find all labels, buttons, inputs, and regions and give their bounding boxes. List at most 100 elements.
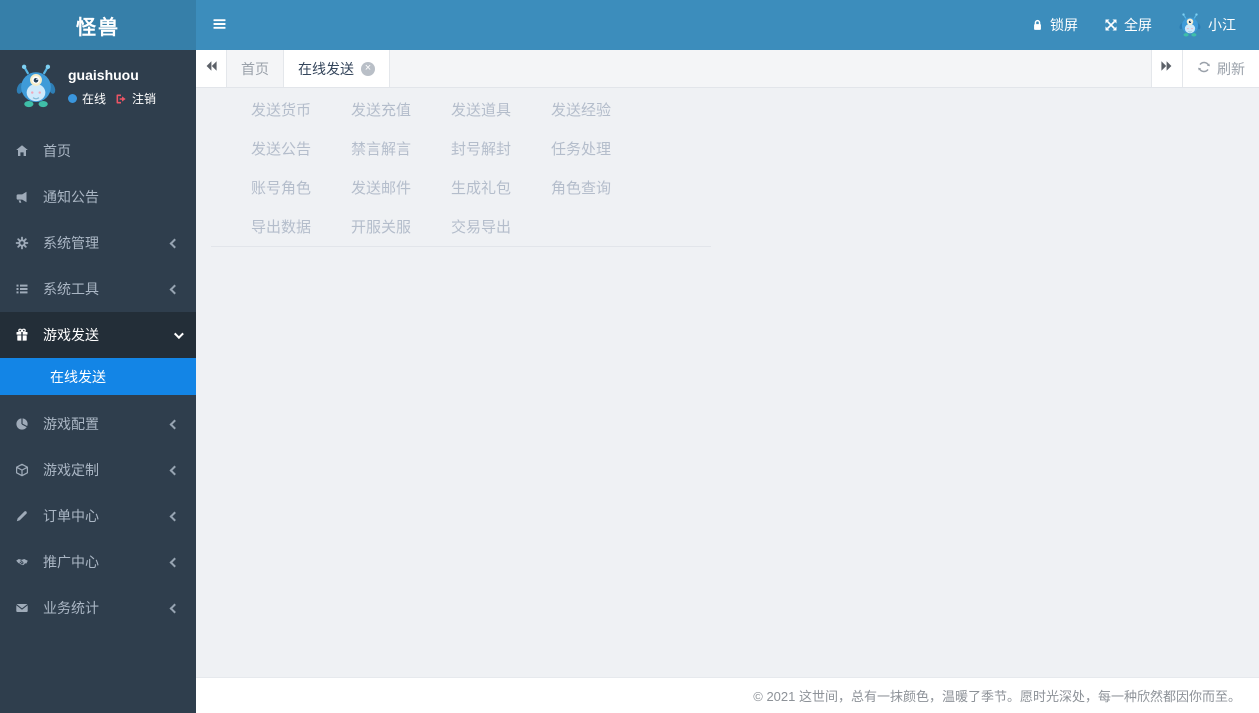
link-send-mail[interactable]: 发送邮件 [311, 177, 411, 198]
sidebar-submenu-game-send: 在线发送 [0, 358, 196, 395]
sidebar-item-notice[interactable]: 通知公告 [0, 174, 196, 220]
chevron-left-icon [169, 557, 180, 567]
tab-label: 在线发送 [298, 60, 354, 77]
close-tab-icon[interactable]: × [361, 61, 375, 76]
sidebar-item-label: 通知公告 [43, 189, 99, 205]
link-send-item[interactable]: 发送道具 [411, 99, 511, 120]
logout-icon [115, 93, 127, 105]
link-row: 账号角色 发送邮件 生成礼包 角色查询 [211, 168, 711, 207]
pencil-icon [15, 509, 37, 523]
tabs-scroll-left-button[interactable] [196, 50, 227, 87]
chevron-left-icon [169, 284, 180, 294]
quick-links-grid: 发送货币 发送充值 发送道具 发送经验 发送公告 禁言解言 封号解封 任务处理 … [211, 88, 711, 247]
chevron-left-icon [169, 465, 180, 475]
sidebar-item-label: 系统管理 [43, 235, 99, 251]
sidebar-user-panel: guaishuou 在线 注销 [0, 50, 196, 124]
sidebar-item-game-config[interactable]: 游戏配置 [0, 401, 196, 447]
navbar-user-menu[interactable]: 小江 [1165, 0, 1249, 50]
lock-screen-button[interactable]: 锁屏 [1018, 0, 1091, 50]
link-send-currency[interactable]: 发送货币 [211, 99, 311, 120]
link-task-handling[interactable]: 任务处理 [511, 138, 611, 159]
sidebar-toggle-button[interactable] [196, 0, 242, 50]
tabbar-spacer [390, 50, 1151, 87]
tabs-scroll-right-button[interactable] [1151, 50, 1182, 87]
user-name: guaishuou [68, 67, 139, 83]
sidebar-item-game-custom[interactable]: 游戏定制 [0, 447, 196, 493]
link-export-data[interactable]: 导出数据 [211, 216, 311, 237]
app-window: 怪兽 锁屏 全屏 小江 guaishuou 在线 注销 首页 通知公告 系统管理… [0, 0, 1259, 713]
chevron-left-icon [169, 511, 180, 521]
sidebar-item-game-send[interactable]: 游戏发送 [0, 312, 196, 358]
link-send-announcement[interactable]: 发送公告 [211, 138, 311, 159]
sidebar-item-order-center[interactable]: 订单中心 [0, 493, 196, 539]
sidebar-item-label: 系统工具 [43, 281, 99, 297]
chevron-left-icon [169, 419, 180, 429]
footer: © 2021 这世间，总有一抹颜色，温暖了季节。愿时光深处，每一种欣然都因你而至… [196, 677, 1259, 713]
refresh-label: 刷新 [1217, 60, 1245, 77]
fullscreen-button[interactable]: 全屏 [1091, 0, 1165, 50]
link-open-close-server[interactable]: 开服关服 [311, 216, 411, 237]
link-role-query[interactable]: 角色查询 [511, 177, 611, 198]
sidebar: guaishuou 在线 注销 首页 通知公告 系统管理 系统工具 游戏发送 在… [0, 50, 196, 713]
link-send-recharge[interactable]: 发送充值 [311, 99, 411, 120]
link-mute-unmute[interactable]: 禁言解言 [311, 138, 411, 159]
top-header: 怪兽 锁屏 全屏 小江 [0, 0, 1259, 50]
chevron-left-icon [169, 603, 180, 613]
sidebar-item-business-stats[interactable]: 业务统计 [0, 585, 196, 631]
sidebar-subitem-label: 在线发送 [50, 368, 106, 385]
list-icon [15, 282, 37, 296]
link-ban-unban[interactable]: 封号解封 [411, 138, 511, 159]
footer-text: © 2021 这世间，总有一抹颜色，温暖了季节。愿时光深处，每一种欣然都因你而至… [753, 689, 1241, 704]
sidebar-item-system-management[interactable]: 系统管理 [0, 220, 196, 266]
lock-screen-label: 锁屏 [1050, 17, 1078, 33]
chevron-down-icon [173, 328, 184, 339]
link-trade-export[interactable]: 交易导出 [411, 216, 511, 237]
sidebar-item-label: 订单中心 [43, 508, 99, 524]
fullscreen-label: 全屏 [1124, 17, 1152, 33]
refresh-icon [1197, 60, 1211, 77]
main-area: 首页 在线发送 × 刷新 发送货币 发送充值 发送道具 发送经验 发送公告 禁言… [196, 50, 1259, 713]
app-title: 怪兽 [76, 16, 120, 39]
logout-link[interactable]: 注销 [132, 90, 156, 107]
refresh-tab-button[interactable]: 刷新 [1182, 50, 1259, 87]
handshake-icon [15, 555, 37, 569]
tab-online-send[interactable]: 在线发送 × [284, 50, 390, 87]
gear-icon [15, 236, 37, 250]
sidebar-item-home[interactable]: 首页 [0, 128, 196, 174]
fullscreen-icon [1104, 18, 1118, 32]
sidebar-item-label: 首页 [43, 143, 71, 159]
link-send-exp[interactable]: 发送经验 [511, 99, 611, 120]
user-avatar [14, 64, 58, 108]
link-row: 导出数据 开服关服 交易导出 [211, 207, 711, 246]
sidebar-menu: 首页 通知公告 系统管理 系统工具 游戏发送 在线发送 游戏配置 游戏定制 订单… [0, 128, 196, 631]
sidebar-subitem-online-send[interactable]: 在线发送 [0, 358, 196, 395]
tab-label: 首页 [241, 60, 269, 77]
sidebar-item-system-tools[interactable]: 系统工具 [0, 266, 196, 312]
double-chevron-right-icon [1160, 59, 1174, 78]
sidebar-item-label: 游戏发送 [43, 327, 99, 343]
link-row: 发送公告 禁言解言 封号解封 任务处理 [211, 129, 711, 168]
navbar: 锁屏 全屏 小江 [196, 0, 1259, 50]
lock-icon [1031, 18, 1044, 32]
sidebar-item-label: 游戏配置 [43, 416, 99, 432]
page-content: 发送货币 发送充值 发送道具 发送经验 发送公告 禁言解言 封号解封 任务处理 … [196, 88, 1259, 677]
cube-icon [15, 463, 37, 477]
sidebar-item-label: 游戏定制 [43, 462, 99, 478]
gift-icon [15, 328, 37, 342]
link-account-role[interactable]: 账号角色 [211, 177, 311, 198]
sidebar-item-label: 推广中心 [43, 554, 99, 570]
tab-bar: 首页 在线发送 × 刷新 [196, 50, 1259, 88]
link-row: 发送货币 发送充值 发送道具 发送经验 [211, 90, 711, 129]
bullhorn-icon [15, 190, 37, 204]
sidebar-item-label: 业务统计 [43, 600, 99, 616]
sidebar-item-promotion-center[interactable]: 推广中心 [0, 539, 196, 585]
online-status-dot [68, 94, 77, 103]
app-logo[interactable]: 怪兽 [0, 0, 196, 50]
hamburger-icon [212, 17, 227, 34]
tab-home[interactable]: 首页 [227, 50, 284, 87]
link-generate-giftpack[interactable]: 生成礼包 [411, 177, 511, 198]
pie-chart-icon [15, 417, 37, 431]
navbar-user-avatar [1178, 13, 1202, 37]
envelope-icon [15, 601, 37, 615]
navbar-right: 锁屏 全屏 小江 [1018, 0, 1259, 50]
